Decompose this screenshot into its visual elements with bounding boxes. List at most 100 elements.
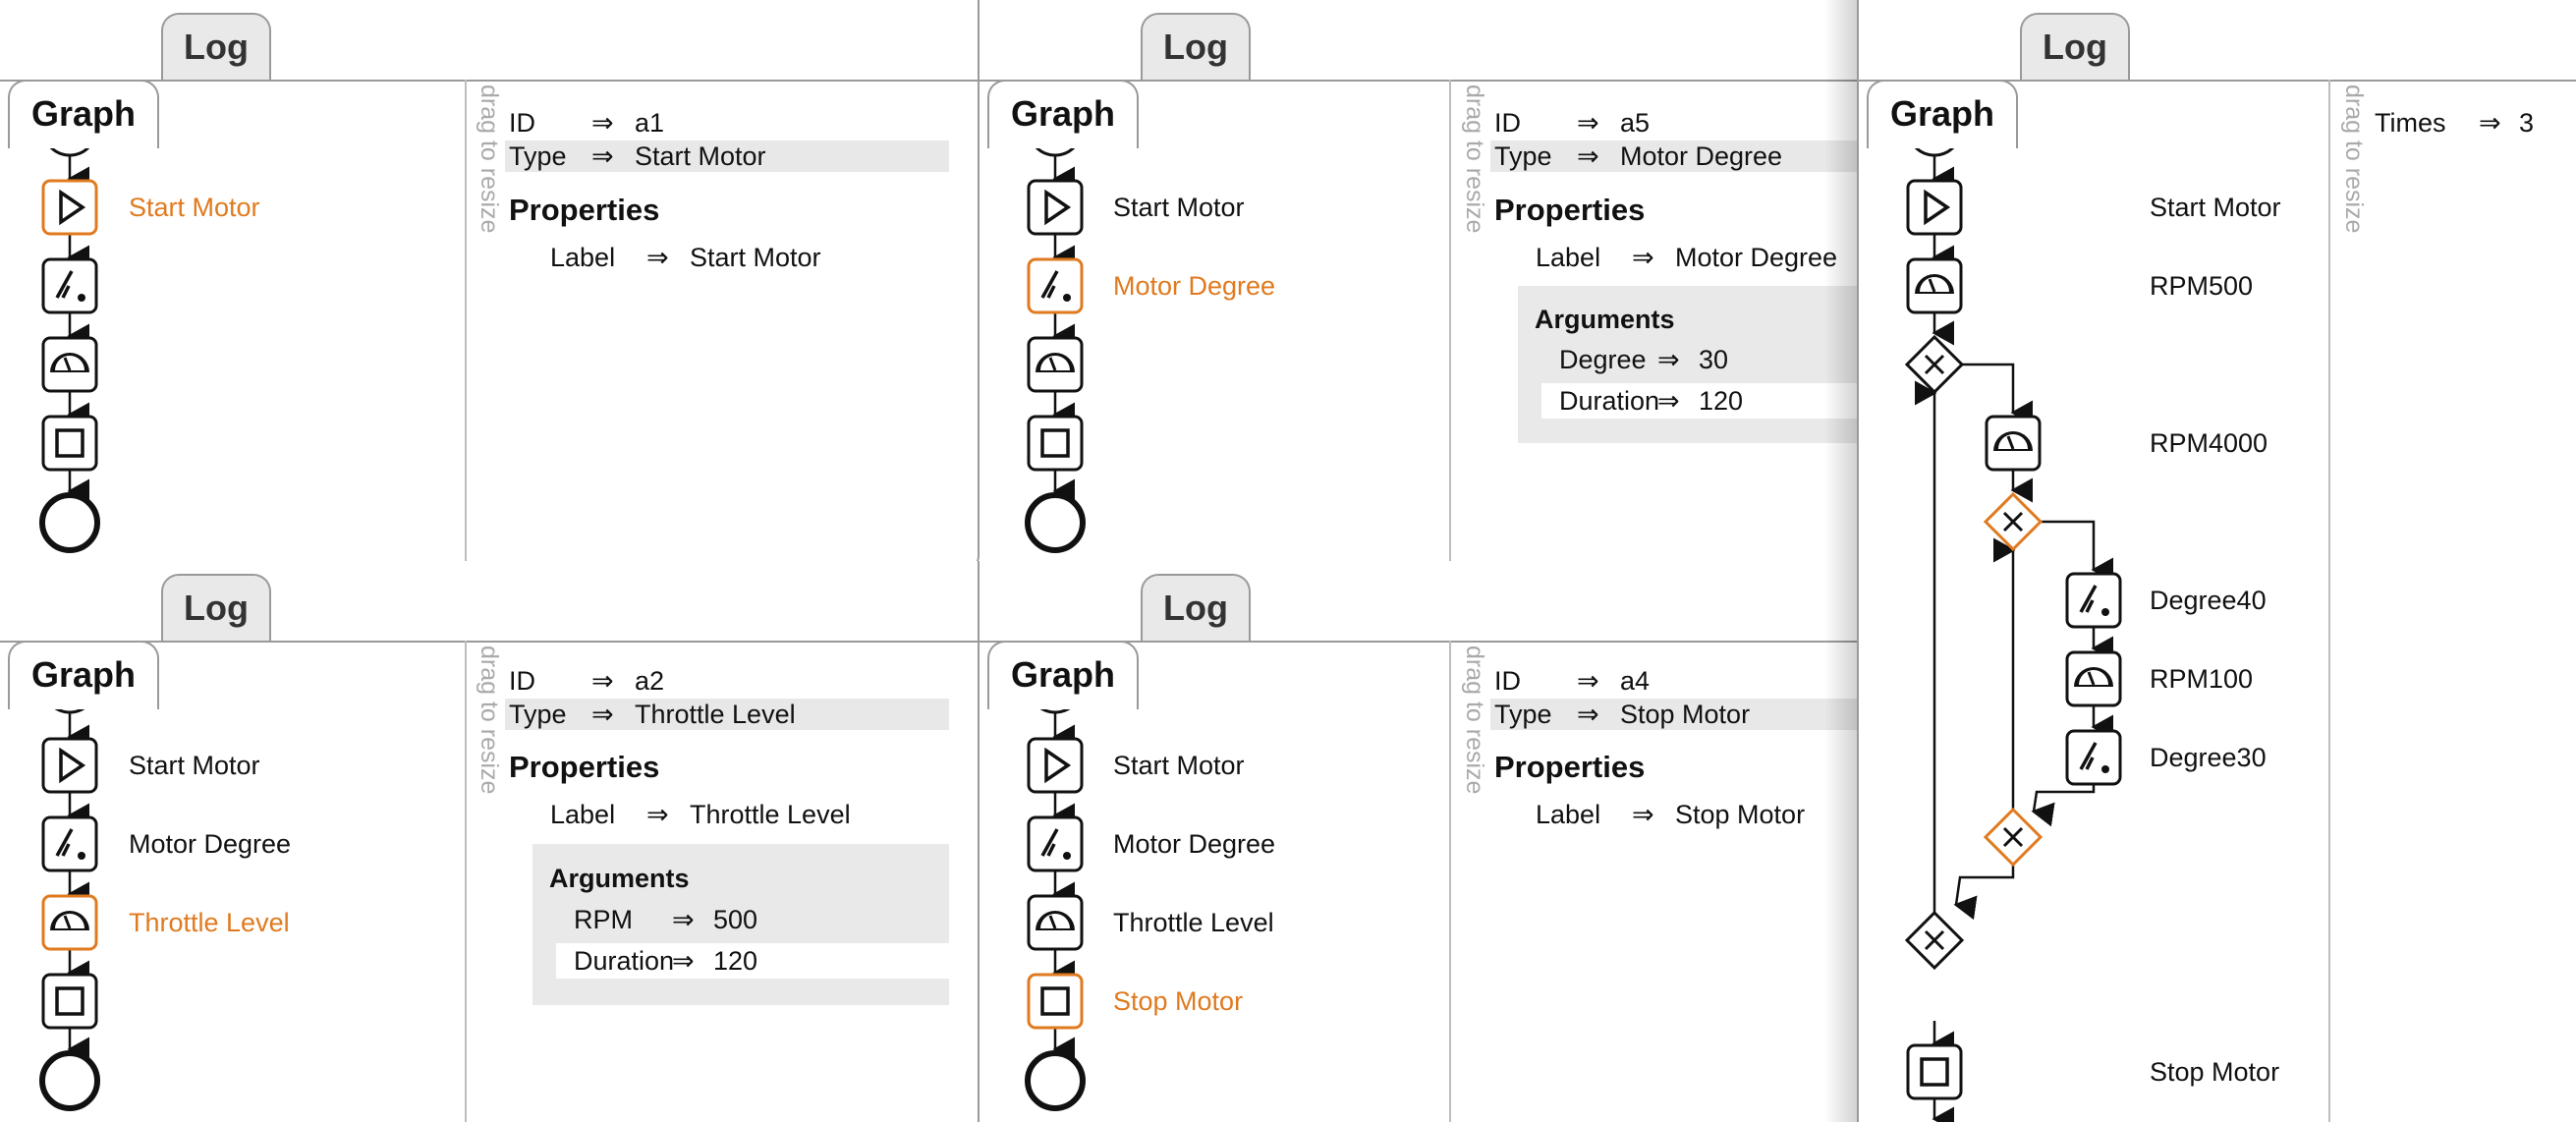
node-label-stop-motor[interactable]: Stop Motor [1113, 985, 1243, 1017]
node-label-motor-degree[interactable]: Motor Degree [129, 828, 291, 860]
stop-icon[interactable] [1027, 415, 1084, 472]
stop-icon[interactable] [41, 415, 98, 472]
id-row: ID ⇒ a1 [509, 107, 949, 139]
stop-icon[interactable] [41, 973, 98, 1030]
label-key: Label [550, 243, 616, 272]
graph-view: Start Motor Motor Degree Throttle Level … [980, 641, 1443, 1122]
tab-graph[interactable]: Graph [987, 80, 1139, 148]
gauge-icon[interactable] [2065, 650, 2122, 707]
node-label-stop-motor[interactable]: Stop Motor [2150, 1056, 2279, 1088]
stop-icon[interactable] [1906, 1043, 1963, 1100]
tab-graph[interactable]: Graph [1867, 80, 2018, 148]
gauge-icon[interactable] [1027, 894, 1084, 951]
type-row: Type ⇒ Start Motor [505, 140, 949, 172]
play-icon[interactable] [1027, 737, 1084, 794]
end-event-icon[interactable] [39, 1050, 100, 1111]
tab-log[interactable]: Log [161, 13, 271, 80]
id-value: a2 [635, 666, 665, 696]
arrow: ⇒ [1657, 386, 1680, 416]
arrow: ⇒ [2479, 108, 2501, 138]
gateway-icon[interactable] [1904, 910, 1965, 971]
gauge-icon[interactable] [41, 336, 98, 393]
degree-icon[interactable] [2065, 572, 2122, 629]
gauge-icon[interactable] [1906, 257, 1963, 314]
id-value: a4 [1620, 666, 1651, 696]
tab-bar: Graph Log [1859, 0, 2576, 148]
argument-name: RPM [574, 905, 633, 934]
node-label-rpm4000[interactable]: RPM4000 [2150, 427, 2268, 459]
gateway-icon[interactable] [1983, 807, 2044, 868]
label-key: Label [550, 800, 616, 829]
tab-graph[interactable]: Graph [8, 80, 159, 148]
degree-icon[interactable] [1027, 815, 1084, 872]
degree-icon[interactable] [2065, 729, 2122, 786]
type-key: Type [509, 141, 567, 171]
gateway-icon[interactable] [1904, 334, 1965, 395]
node-label-start-motor[interactable]: Start Motor [2150, 192, 2281, 223]
properties-pane: Times ⇒ 3 [2375, 80, 2576, 1122]
play-icon[interactable] [41, 179, 98, 236]
label-value: Start Motor [690, 243, 821, 272]
label-value: Stop Motor [1675, 800, 1806, 829]
arrow: ⇒ [1632, 800, 1654, 829]
splitter[interactable] [465, 641, 467, 1122]
times-value: 3 [2519, 108, 2535, 138]
drag-hint[interactable]: drag to resize [2334, 84, 2374, 261]
play-icon[interactable] [41, 737, 98, 794]
gauge-icon[interactable] [1985, 415, 2042, 472]
node-label-degree40[interactable]: Degree40 [2150, 585, 2267, 616]
splitter[interactable] [2328, 80, 2330, 1122]
node-label-start-motor[interactable]: Start Motor [1113, 750, 1245, 781]
argument-value: 120 [713, 946, 758, 976]
degree-icon[interactable] [1027, 257, 1084, 314]
degree-icon[interactable] [41, 257, 98, 314]
end-event-icon[interactable] [1025, 1050, 1086, 1111]
arrow: ⇒ [646, 800, 669, 829]
tab-log[interactable]: Log [1141, 574, 1251, 641]
splitter[interactable] [1449, 80, 1451, 568]
splitter[interactable] [1449, 641, 1451, 1122]
node-label-start-motor[interactable]: Start Motor [1113, 192, 1245, 223]
play-icon[interactable] [1027, 179, 1084, 236]
node-label-throttle-level[interactable]: Throttle Level [1113, 907, 1274, 938]
node-label-rpm100[interactable]: RPM100 [2150, 663, 2253, 695]
gauge-icon[interactable] [1027, 336, 1084, 393]
tab-graph[interactable]: Graph [8, 641, 159, 709]
argument-value: 120 [1699, 386, 1744, 416]
end-event-icon[interactable] [1025, 492, 1086, 553]
process-graph [39, 657, 100, 1111]
tab-graph[interactable]: Graph [987, 641, 1139, 709]
drag-hint[interactable]: drag to resize [1455, 645, 1494, 822]
drag-hint[interactable]: drag to resize [1455, 84, 1494, 261]
node-label-start-motor[interactable]: Start Motor [129, 750, 260, 781]
node-label-motor-degree[interactable]: Motor Degree [1113, 828, 1275, 860]
degree-icon[interactable] [41, 815, 98, 872]
arrow: ⇒ [1577, 141, 1599, 171]
process-graph [1025, 100, 1086, 553]
tab-log[interactable]: Log [2020, 13, 2130, 80]
arrow: ⇒ [1657, 345, 1680, 374]
label-row: Label ⇒ Start Motor [550, 242, 943, 273]
end-event-icon[interactable] [39, 492, 100, 553]
node-label-start-motor[interactable]: Start Motor [129, 192, 260, 223]
play-icon[interactable] [1906, 179, 1963, 236]
id-row: ID ⇒ a2 [509, 665, 949, 697]
times-row: Times ⇒ 3 [2375, 107, 2571, 139]
node-label-throttle-level[interactable]: Throttle Level [129, 907, 290, 938]
drag-hint[interactable]: drag to resize [470, 84, 509, 261]
node-label-motor-degree[interactable]: Motor Degree [1113, 270, 1275, 302]
tab-log[interactable]: Log [161, 574, 271, 641]
node-label-degree30[interactable]: Degree30 [2150, 742, 2267, 773]
id-key: ID [1494, 666, 1521, 696]
label-value: Throttle Level [690, 800, 851, 829]
properties-heading: Properties [1494, 193, 1646, 227]
panel-shadow [1824, 0, 1858, 1122]
gateway-icon[interactable] [1983, 491, 2044, 552]
node-label-rpm500[interactable]: RPM500 [2150, 270, 2253, 302]
splitter[interactable] [465, 80, 467, 568]
tab-log[interactable]: Log [1141, 13, 1251, 80]
arrow: ⇒ [672, 946, 695, 976]
gauge-icon[interactable] [41, 894, 98, 951]
drag-hint[interactable]: drag to resize [470, 645, 509, 822]
stop-icon[interactable] [1027, 973, 1084, 1030]
